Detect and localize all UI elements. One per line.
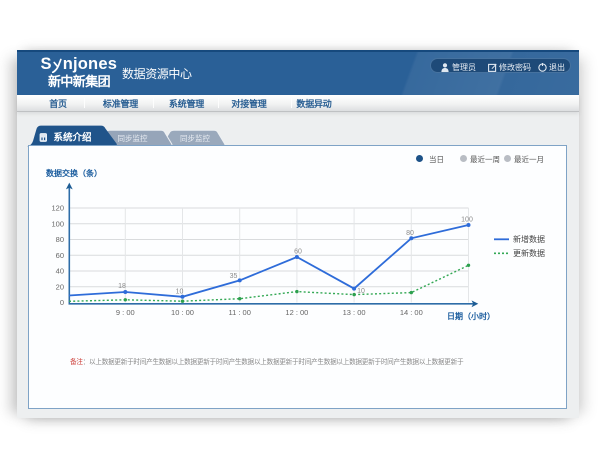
svg-text:9 : 00: 9 : 00	[116, 308, 135, 317]
svg-text:10: 10	[357, 288, 365, 295]
svg-text:10: 10	[176, 289, 184, 296]
svg-text:100: 100	[51, 219, 64, 228]
svg-text:20: 20	[56, 282, 64, 291]
svg-text:13 : 00: 13 : 00	[343, 308, 366, 317]
svg-text:12 : 00: 12 : 00	[285, 308, 308, 317]
svg-text:80: 80	[56, 235, 64, 244]
svg-text:18: 18	[118, 283, 126, 290]
svg-text:0: 0	[60, 298, 64, 307]
svg-text:10 : 00: 10 : 00	[171, 308, 194, 317]
svg-text:120: 120	[51, 204, 64, 213]
svg-text:35: 35	[230, 273, 238, 280]
svg-text:11 : 00: 11 : 00	[229, 308, 251, 317]
svg-text:60: 60	[56, 251, 64, 260]
svg-text:60: 60	[294, 249, 302, 256]
svg-text:80: 80	[406, 230, 414, 237]
svg-text:100: 100	[461, 217, 473, 224]
svg-text:40: 40	[56, 267, 64, 276]
svg-text:14 : 00: 14 : 00	[400, 308, 423, 317]
